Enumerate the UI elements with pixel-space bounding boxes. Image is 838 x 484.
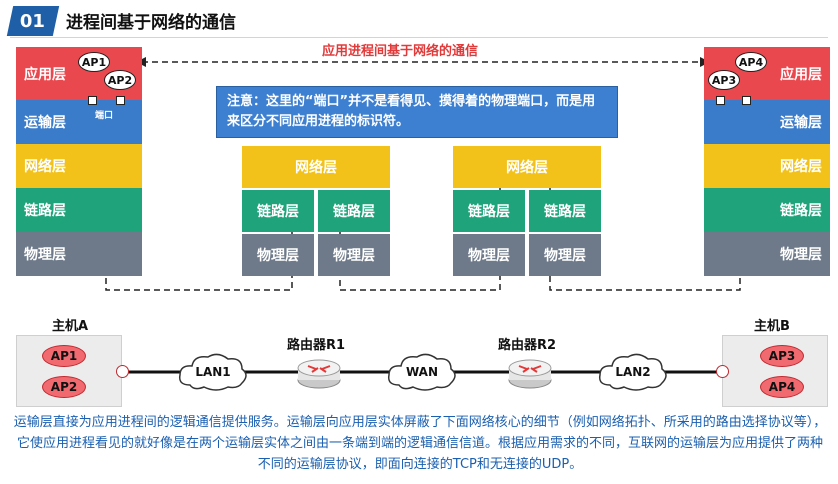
- left-physical-layer: 物理层: [16, 232, 142, 276]
- left-process-ap1: AP1: [78, 52, 110, 72]
- left-port-1: [88, 96, 97, 105]
- right-transport-layer: 运输层: [704, 100, 830, 144]
- left-link-layer: 链路层: [16, 188, 142, 232]
- host-b-port-icon: [716, 365, 729, 378]
- left-port-2: [116, 96, 125, 105]
- right-physical-layer: 物理层: [704, 232, 830, 276]
- host-a-port-icon: [116, 365, 129, 378]
- wan-label: WAN: [405, 365, 439, 379]
- right-network-layer: 网络层: [704, 144, 830, 188]
- right-process-ap4: AP4: [735, 52, 767, 72]
- right-process-ap3: AP3: [708, 70, 740, 90]
- router1-network-layer: 网络层: [242, 146, 390, 188]
- host-b-ap3: AP3: [760, 345, 804, 367]
- right-port-2: [742, 96, 751, 105]
- router2-phy-left: 物理层: [453, 234, 525, 276]
- router1-icon: [297, 359, 341, 389]
- left-network-layer: 网络层: [16, 144, 142, 188]
- router1-phy-right: 物理层: [318, 234, 390, 276]
- router1-label: 路由器R1: [287, 338, 346, 353]
- host-b-ap4: AP4: [760, 376, 804, 398]
- router2-network-layer: 网络层: [453, 146, 601, 188]
- router2-link-left: 链路层: [453, 190, 525, 232]
- router1-phy-left: 物理层: [242, 234, 314, 276]
- left-process-ap2: AP2: [104, 70, 136, 90]
- router2-icon: [508, 359, 552, 389]
- right-port-1: [716, 96, 725, 105]
- lan2-label: LAN2: [615, 365, 651, 379]
- top-label: 应用进程间基于网络的通信: [322, 44, 479, 59]
- host-a-ap1: AP1: [42, 345, 86, 367]
- router2-label: 路由器R2: [498, 338, 557, 353]
- caption-text: 运输层直接为应用进程间的逻辑通信提供服务。运输层向应用层实体屏蔽了下面网络核心的…: [13, 415, 827, 472]
- router1-link-left: 链路层: [242, 190, 314, 232]
- host-a-label: 主机A: [52, 319, 89, 334]
- router2-link-right: 链路层: [529, 190, 601, 232]
- note-box: 注意：这里的“端口”并不是看得见、摸得着的物理端口，而是用来区分不同应用进程的标…: [216, 86, 618, 138]
- lan1-label: LAN1: [195, 365, 231, 379]
- left-transport-layer: 运输层: [16, 100, 142, 144]
- router1-link-right: 链路层: [318, 190, 390, 232]
- host-b-label: 主机B: [754, 319, 790, 334]
- right-link-layer: 链路层: [704, 188, 830, 232]
- router2-phy-right: 物理层: [529, 234, 601, 276]
- host-a-ap2: AP2: [42, 376, 86, 398]
- left-port-label: 端口: [95, 111, 114, 121]
